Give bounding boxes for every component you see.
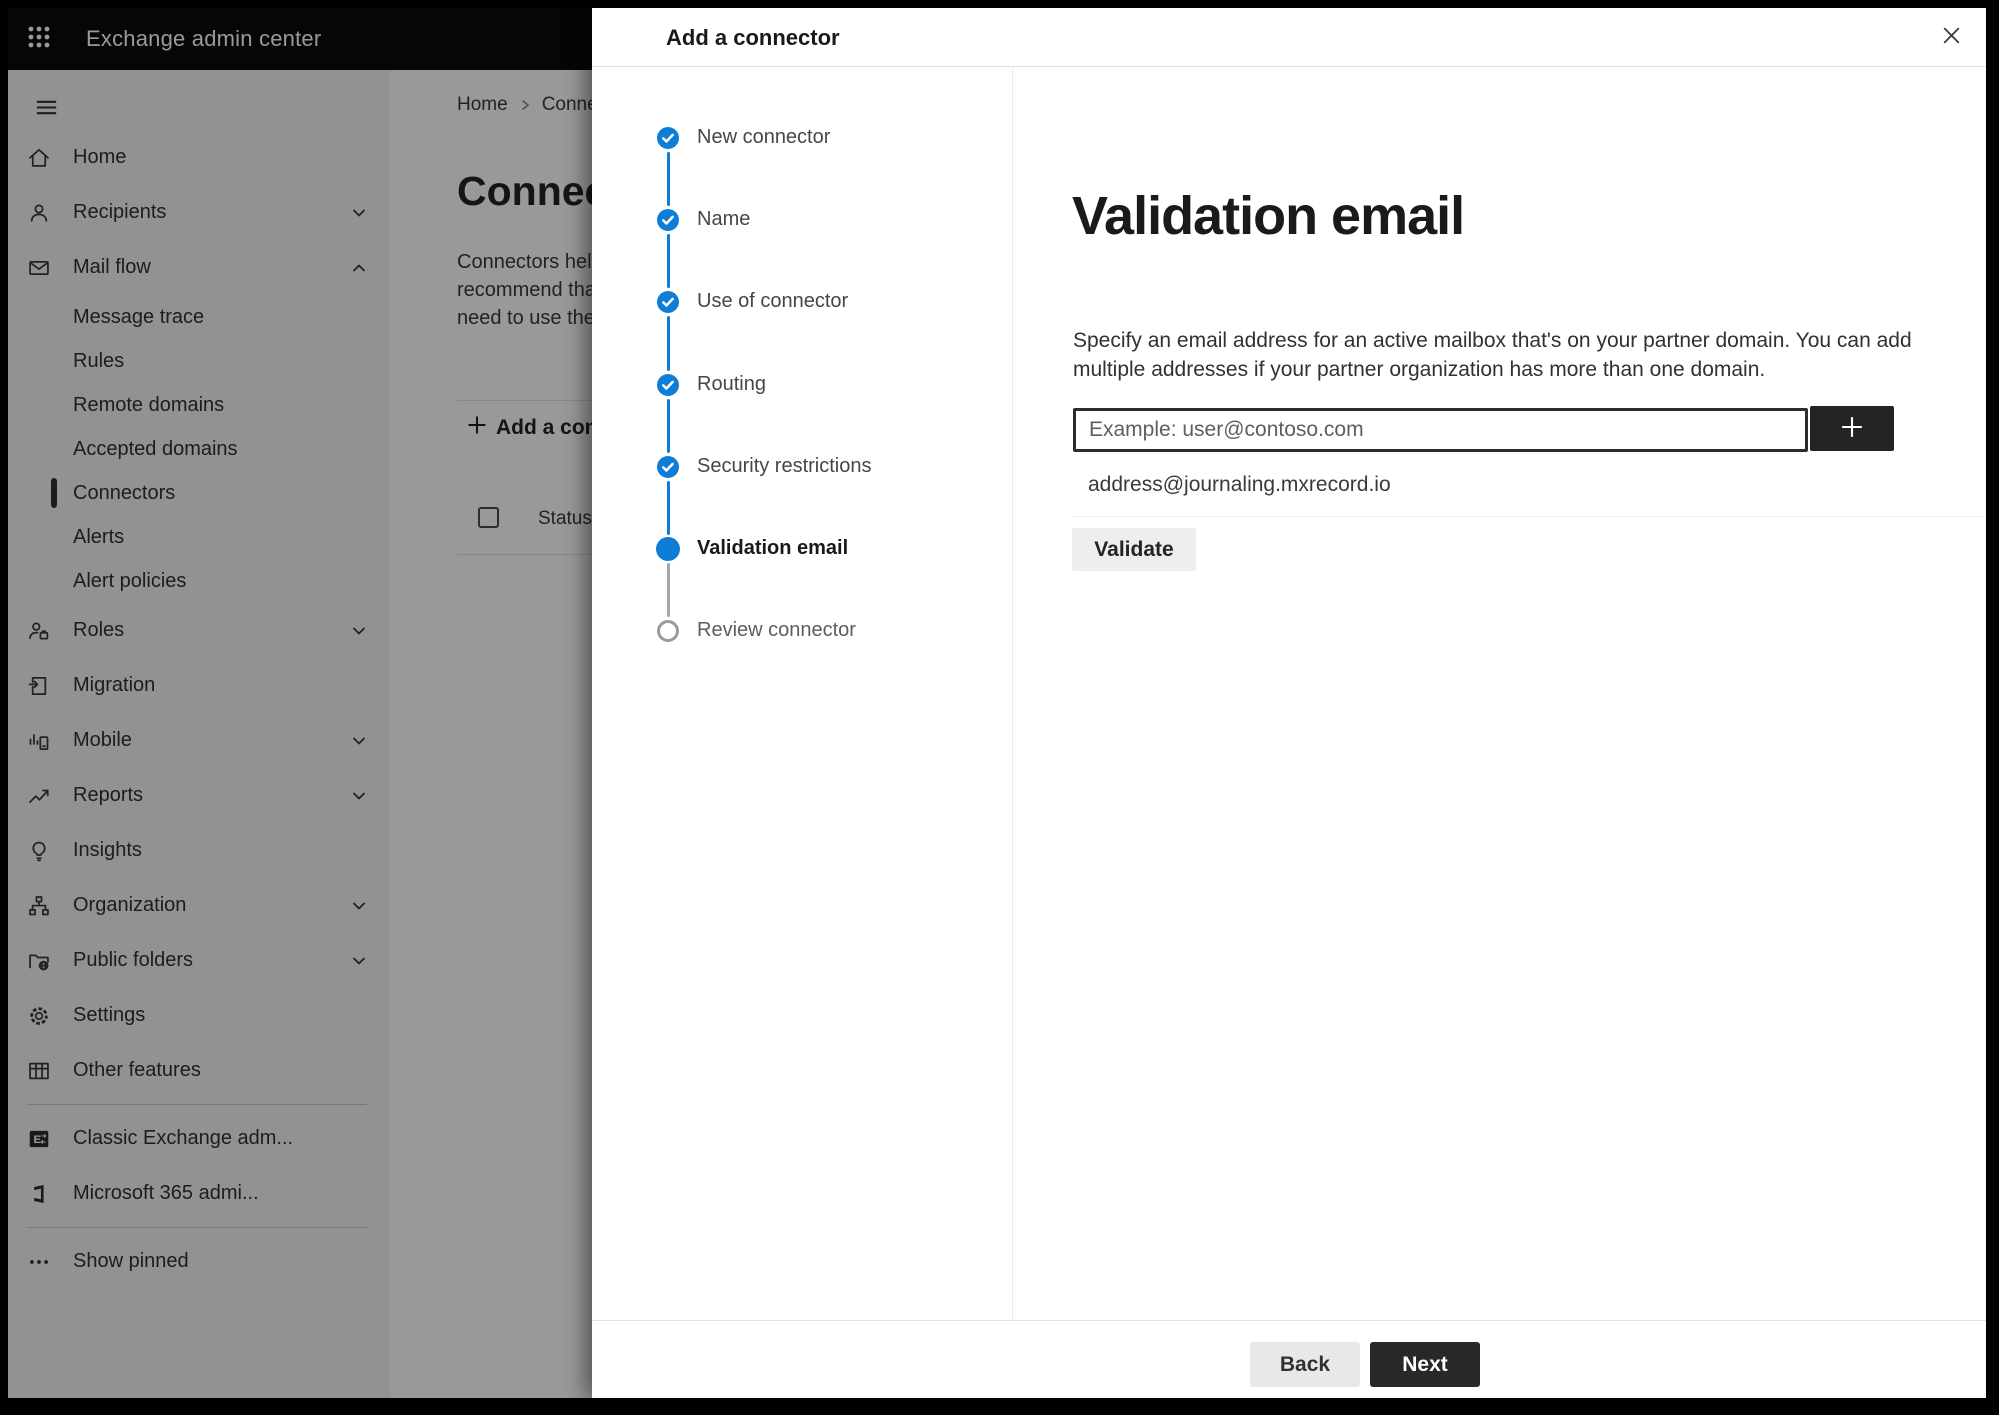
step-completed-check-icon [657, 291, 679, 313]
wizard-step-label: Use of connector [697, 290, 849, 312]
validation-email-input[interactable] [1073, 408, 1808, 452]
step-connector-line [666, 234, 670, 288]
next-button[interactable]: Next [1370, 1342, 1480, 1387]
wizard-stepper: New connector Name Use of connector Routing… [592, 67, 1012, 1267]
step-completed-check-icon [657, 127, 679, 149]
add-email-button[interactable] [1810, 406, 1894, 451]
step-heading: Validation email [1072, 186, 1465, 246]
panel-header: Add a connector [592, 8, 1986, 66]
wizard-step-label: New connector [697, 126, 831, 148]
step-current-dot-icon [656, 537, 680, 561]
step-completed-check-icon [657, 456, 679, 478]
close-icon [1940, 24, 1963, 52]
step-connector-line [666, 152, 670, 206]
step-upcoming-circle-icon [657, 620, 679, 642]
plus-icon [1838, 413, 1866, 444]
step-connector-line [666, 481, 670, 535]
wizard-step-label: Validation email [697, 537, 849, 559]
validate-button[interactable]: Validate [1072, 528, 1196, 571]
step-connector-line [666, 316, 670, 371]
step-connector-line [666, 399, 670, 453]
email-row-divider [1073, 516, 1986, 517]
app-window: Exchange admin center Home Recipients Mail… [8, 8, 1986, 1398]
step-connector-line [666, 563, 670, 617]
panel-title: Add a connector [666, 25, 840, 50]
panel-footer: Back Next [592, 1321, 1986, 1398]
email-list-item: address@journaling.mxrecord.io [1073, 463, 1986, 507]
email-address: address@journaling.mxrecord.io [1088, 473, 1391, 496]
step-completed-check-icon [657, 374, 679, 396]
wizard-content: Validation email Specify an email addres… [1012, 67, 1986, 1320]
step-description: Specify an email address for an active m… [1073, 329, 1912, 381]
add-connector-panel: Add a connector New connector Name Use of … [592, 8, 1986, 1398]
wizard-step-label: Security restrictions [697, 455, 872, 477]
wizard-step-label: Name [697, 208, 751, 230]
back-button[interactable]: Back [1250, 1342, 1360, 1387]
close-button[interactable] [1936, 23, 1966, 53]
wizard-step-label: Routing [697, 373, 766, 395]
wizard-step-label: Review connector [697, 619, 856, 641]
step-completed-check-icon [657, 209, 679, 231]
